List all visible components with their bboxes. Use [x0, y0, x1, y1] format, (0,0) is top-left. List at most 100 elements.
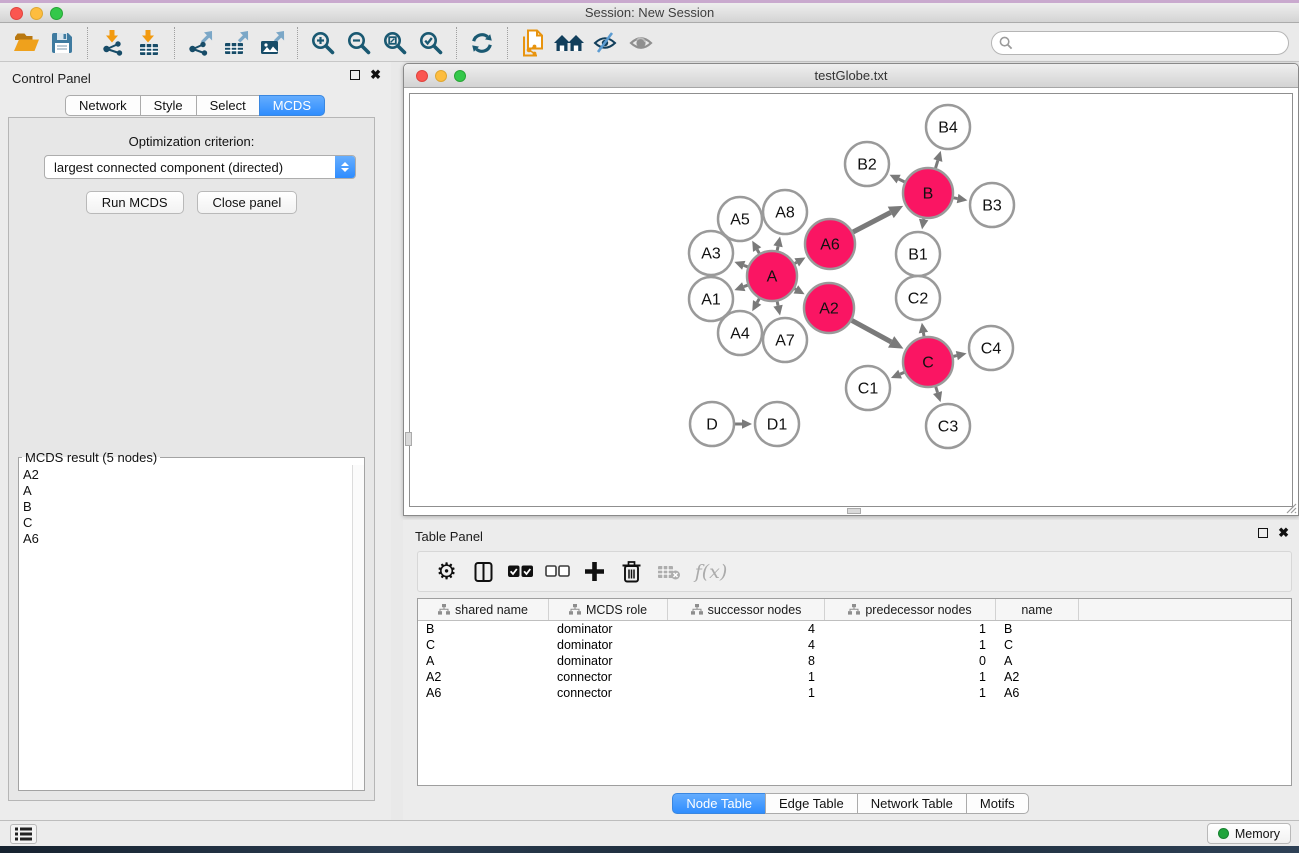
select-all-columns-button[interactable]	[502, 557, 539, 587]
table-cell[interactable]: dominator	[549, 621, 668, 637]
tab-mcds[interactable]: MCDS	[259, 95, 325, 116]
tab-select[interactable]: Select	[196, 95, 260, 116]
graph-node-A7[interactable]: A7	[763, 318, 807, 362]
table-cell[interactable]: B	[418, 621, 549, 637]
float-panel-icon[interactable]	[1258, 528, 1268, 538]
column-header-successor-nodes[interactable]: successor nodes	[668, 599, 825, 620]
table-cell[interactable]: 1	[825, 637, 996, 653]
close-panel-button[interactable]: Close panel	[197, 191, 298, 214]
list-item[interactable]: A2	[19, 467, 352, 483]
splitter-handle-left[interactable]	[405, 432, 412, 446]
tab-network-table[interactable]: Network Table	[857, 793, 967, 814]
graph-node-B2[interactable]: B2	[845, 142, 889, 186]
graph-edge-A-A4[interactable]	[752, 299, 761, 312]
graph-node-C1[interactable]: C1	[846, 366, 890, 410]
graph-node-C[interactable]: C	[903, 337, 953, 387]
show-columns-button[interactable]	[465, 557, 502, 587]
export-image-button[interactable]	[254, 27, 290, 59]
tab-edge-table[interactable]: Edge Table	[765, 793, 858, 814]
create-column-button[interactable]	[576, 557, 613, 587]
splitter-handle-bottom[interactable]	[847, 508, 861, 514]
table-cell[interactable]: dominator	[549, 637, 668, 653]
table-cell[interactable]: 8	[668, 653, 825, 669]
table-cell[interactable]: A6	[996, 685, 1079, 701]
unselect-all-columns-button[interactable]	[539, 557, 576, 587]
graph-node-C3[interactable]: C3	[926, 404, 970, 448]
table-row[interactable]: Adominator80A	[418, 653, 1291, 669]
graph-edge-A-A6[interactable]	[794, 258, 805, 267]
close-panel-icon[interactable]: ✖	[370, 70, 381, 80]
memory-button[interactable]: Memory	[1207, 823, 1291, 844]
tab-network[interactable]: Network	[65, 95, 141, 116]
graph-edge-C-C2[interactable]	[919, 323, 928, 337]
graph-node-A5[interactable]: A5	[718, 197, 762, 241]
table-cell[interactable]: connector	[549, 685, 668, 701]
float-panel-icon[interactable]	[350, 70, 360, 80]
hide-unhide-button[interactable]	[587, 27, 623, 59]
zoom-in-button[interactable]	[305, 27, 341, 59]
table-cell[interactable]: connector	[549, 669, 668, 685]
function-builder-button[interactable]: f(x)	[687, 557, 735, 587]
open-session-button[interactable]	[8, 27, 44, 59]
table-cell[interactable]: dominator	[549, 653, 668, 669]
table-cell[interactable]: C	[418, 637, 549, 653]
home-button[interactable]	[551, 27, 587, 59]
table-row[interactable]: A6connector11A6	[418, 685, 1291, 701]
tab-style[interactable]: Style	[140, 95, 197, 116]
graph-node-B3[interactable]: B3	[970, 183, 1014, 227]
graph-edge-A2-C[interactable]	[852, 320, 904, 348]
table-cell[interactable]: 1	[825, 621, 996, 637]
graph-node-C4[interactable]: C4	[969, 326, 1013, 370]
graph-node-A[interactable]: A	[747, 251, 797, 301]
import-table-button[interactable]	[131, 27, 167, 59]
graph-edge-C-C1[interactable]	[891, 370, 904, 379]
run-mcds-button[interactable]: Run MCDS	[86, 191, 184, 214]
graph-edge-A-A7[interactable]	[773, 301, 782, 315]
graph-edge-A-A8[interactable]	[773, 236, 782, 250]
tab-motifs[interactable]: Motifs	[966, 793, 1029, 814]
column-header-predecessor-nodes[interactable]: predecessor nodes	[825, 599, 996, 620]
graph-edge-B-B1[interactable]	[919, 219, 928, 230]
graph-edge-A6-B[interactable]	[853, 206, 903, 232]
graph-node-A4[interactable]: A4	[718, 311, 762, 355]
table-row[interactable]: A2connector11A2	[418, 669, 1291, 685]
column-header-shared-name[interactable]: shared name	[418, 599, 549, 620]
graph-edge-A-A3[interactable]	[734, 261, 747, 270]
export-table-button[interactable]	[218, 27, 254, 59]
list-item[interactable]: B	[19, 499, 352, 515]
graph-node-B1[interactable]: B1	[896, 232, 940, 276]
delete-columns-button[interactable]	[613, 557, 650, 587]
zoom-selected-button[interactable]	[413, 27, 449, 59]
column-header-MCDS-role[interactable]: MCDS role	[549, 599, 668, 620]
network-overview-button[interactable]	[515, 27, 551, 59]
tab-node-table[interactable]: Node Table	[672, 793, 766, 814]
graph-edge-C-C3[interactable]	[933, 387, 942, 402]
table-cell[interactable]: 1	[668, 685, 825, 701]
criterion-dropdown[interactable]: largest connected component (directed)	[44, 155, 356, 179]
graph-node-A2[interactable]: A2	[804, 283, 854, 333]
graph-node-D1[interactable]: D1	[755, 402, 799, 446]
table-cell[interactable]: A	[418, 653, 549, 669]
list-item[interactable]: A	[19, 483, 352, 499]
graph-node-D[interactable]: D	[690, 402, 734, 446]
table-cell[interactable]: 1	[825, 669, 996, 685]
graph-node-B[interactable]: B	[903, 168, 953, 218]
refresh-button[interactable]	[464, 27, 500, 59]
graph-edge-A-A1[interactable]	[734, 282, 747, 291]
resize-grip-icon[interactable]	[1284, 501, 1297, 514]
list-item[interactable]: A6	[19, 531, 352, 547]
graph-edge-B-B3[interactable]	[954, 194, 968, 203]
network-window-titlebar[interactable]: testGlobe.txt	[404, 64, 1298, 88]
zoom-out-button[interactable]	[341, 27, 377, 59]
graph-edge-B-B4[interactable]	[933, 151, 942, 168]
graph-node-C2[interactable]: C2	[896, 276, 940, 320]
table-cell[interactable]: 0	[825, 653, 996, 669]
zoom-fit-button[interactable]	[377, 27, 413, 59]
column-header-name[interactable]: name	[996, 599, 1079, 620]
table-cell[interactable]: 1	[668, 669, 825, 685]
table-cell[interactable]: 4	[668, 621, 825, 637]
import-network-button[interactable]	[95, 27, 131, 59]
table-cell[interactable]: C	[996, 637, 1079, 653]
table-cell[interactable]: A	[996, 653, 1079, 669]
graph-edge-C-C4[interactable]	[953, 351, 966, 360]
